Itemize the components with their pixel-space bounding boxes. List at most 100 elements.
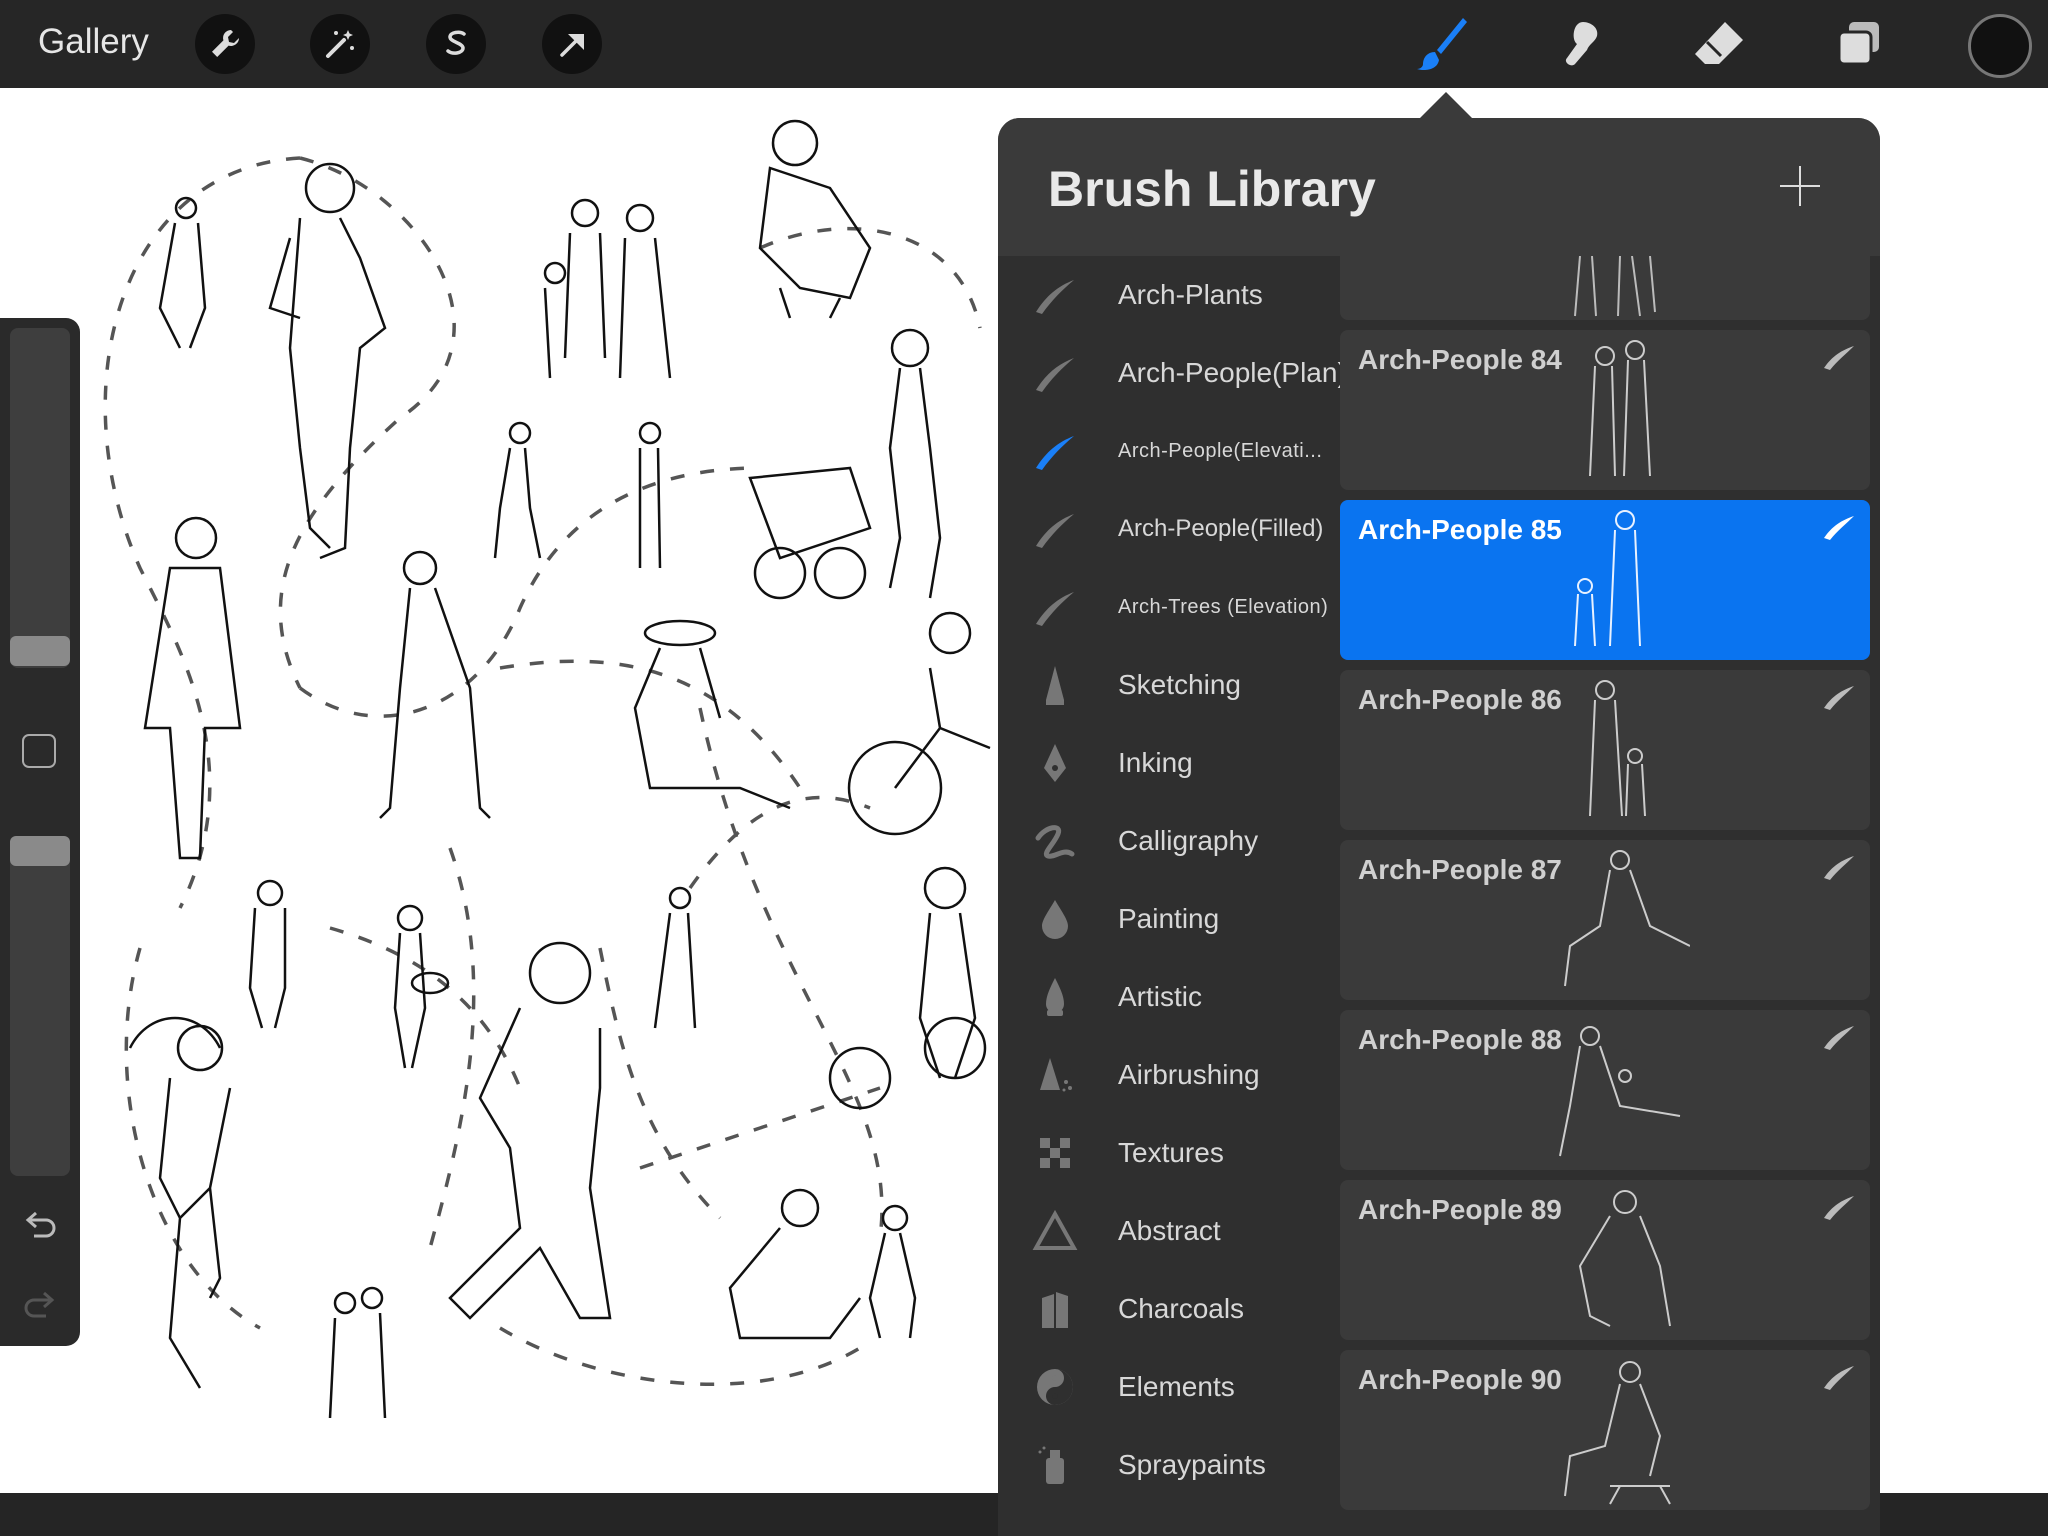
brush-preview	[1564, 1361, 1671, 1505]
brush-set-label: Arch-Trees (Elevation)	[1118, 596, 1329, 618]
adjustments-button[interactable]	[310, 14, 370, 74]
brush-card-partial[interactable]	[1340, 256, 1870, 320]
brush-set-sketching[interactable]: Sketching	[998, 646, 1338, 724]
brush-preview	[1559, 1026, 1681, 1157]
brush-tool-button[interactable]	[1408, 14, 1474, 74]
transform-button[interactable]	[542, 14, 602, 74]
brush-sets-list: Arch-Plants Arch-People(Plan) Arch-Peopl…	[998, 256, 1347, 1536]
airbrush-icon	[1040, 1058, 1072, 1092]
brush-library-title: Brush Library	[1048, 161, 1376, 217]
brush-card[interactable]: Arch-People 84	[1340, 330, 1870, 490]
brush-set-spraypaints[interactable]: Spraypaints	[998, 1426, 1338, 1504]
color-picker-button[interactable]	[1968, 14, 2032, 78]
smudge-tool-button[interactable]	[1548, 14, 1614, 74]
brush-card[interactable]: Arch-People 87	[1340, 840, 1870, 1000]
brush-size-slider[interactable]	[10, 328, 70, 668]
brush-set-arch-plants[interactable]: Arch-Plants	[998, 256, 1338, 334]
brush-card[interactable]: Arch-People 90	[1340, 1350, 1870, 1510]
pen-nib-icon	[1044, 744, 1066, 782]
left-sidebar	[0, 318, 80, 1346]
brush-name: Arch-People 85	[1358, 514, 1562, 545]
brush-preview	[1564, 850, 1690, 987]
brush-set-label: Inking	[1118, 747, 1193, 778]
brush-set-painting[interactable]: Painting	[998, 880, 1338, 958]
brush-set-arch-people-elevation[interactable]: Arch-People(Elevati...	[998, 412, 1338, 490]
brush-set-artistic[interactable]: Artistic	[998, 958, 1338, 1036]
brush-name: Arch-People 89	[1358, 1194, 1562, 1225]
brush-set-label: Airbrushing	[1118, 1059, 1260, 1090]
brush-icon	[1417, 18, 1467, 71]
brush-set-label: Sketching	[1118, 669, 1241, 700]
modify-button[interactable]	[22, 734, 56, 768]
brush-card-selected[interactable]: Arch-People 85	[1340, 500, 1870, 660]
redo-button[interactable]	[20, 1286, 60, 1326]
brush-size-thumb[interactable]	[10, 636, 70, 666]
brush-library-panel: Brush Library Arch-Plants Arch-People(Pl…	[998, 118, 1880, 1536]
panel-caret	[1420, 92, 1472, 118]
brush-set-inking[interactable]: Inking	[998, 724, 1338, 802]
brush-set-label: Arch-People(Plan)	[1118, 357, 1347, 388]
checker-icon	[1040, 1138, 1070, 1168]
calligraphy-icon	[1035, 825, 1075, 859]
layers-tool-button[interactable]	[1826, 14, 1892, 74]
magic-wand-icon	[326, 30, 354, 58]
brush-set-arch-people-filled[interactable]: Arch-People(Filled)	[998, 490, 1338, 568]
spray-can-icon	[1038, 1446, 1064, 1484]
brush-set-label: Spraypaints	[1118, 1449, 1266, 1480]
smudge-icon	[1565, 22, 1598, 66]
brush-name: Arch-People 90	[1358, 1364, 1562, 1395]
brush-set-calligraphy[interactable]: Calligraphy	[998, 802, 1338, 880]
stroke-icon	[1824, 1026, 1854, 1050]
redo-icon	[24, 1291, 55, 1318]
actions-button[interactable]	[195, 14, 255, 74]
brush-set-label: Abstract	[1118, 1215, 1221, 1246]
stroke-icon	[1824, 516, 1854, 540]
transform-arrow-icon	[560, 34, 584, 57]
yin-yang-icon	[1037, 1369, 1073, 1405]
brush-name: Arch-People 87	[1358, 854, 1562, 885]
brush-set-airbrushing[interactable]: Airbrushing	[998, 1036, 1338, 1114]
pencil-tip-icon	[1046, 666, 1064, 705]
wrench-icon	[212, 30, 239, 57]
brush-set-label: Calligraphy	[1118, 825, 1259, 856]
brush-set-arch-people-plan[interactable]: Arch-People(Plan)	[998, 334, 1347, 412]
eraser-tool-button[interactable]	[1686, 14, 1752, 74]
eraser-icon	[1695, 22, 1743, 64]
brush-name: Arch-People 86	[1358, 684, 1562, 715]
stroke-icon	[1036, 592, 1074, 626]
brush-card[interactable]: Arch-People 89	[1340, 1180, 1870, 1340]
brush-set-label: Textures	[1118, 1137, 1224, 1168]
stroke-icon	[1824, 856, 1854, 880]
stroke-icon	[1824, 1196, 1854, 1220]
undo-button[interactable]	[20, 1206, 60, 1246]
brush-card[interactable]: Arch-People 86	[1340, 670, 1870, 830]
add-brush-button[interactable]	[1778, 164, 1822, 208]
brush-set-textures[interactable]: Textures	[998, 1114, 1338, 1192]
stroke-icon	[1036, 436, 1074, 470]
charcoal-icon	[1042, 1292, 1068, 1328]
stroke-icon	[1824, 1366, 1854, 1390]
gallery-button[interactable]: Gallery	[38, 22, 149, 62]
brush-card[interactable]: Arch-People 88	[1340, 1010, 1870, 1170]
brush-set-charcoals[interactable]: Charcoals	[998, 1270, 1338, 1348]
opacity-thumb[interactable]	[10, 836, 70, 866]
brush-preview	[1589, 340, 1651, 477]
brush-set-label: Arch-People(Filled)	[1118, 515, 1324, 542]
brush-preview	[1574, 256, 1656, 317]
brush-set-label: Painting	[1118, 903, 1220, 934]
brush-set-label: Arch-Plants	[1118, 279, 1263, 310]
layers-icon	[1837, 22, 1879, 66]
selection-button[interactable]	[426, 14, 486, 74]
brush-preview	[1589, 680, 1646, 817]
brush-set-elements[interactable]: Elements	[998, 1348, 1338, 1426]
selection-icon	[446, 30, 466, 55]
brush-set-arch-trees[interactable]: Arch-Trees (Elevation)	[998, 568, 1338, 646]
triangle-icon	[1032, 1209, 1078, 1250]
undo-icon	[25, 1211, 56, 1238]
brush-preview	[1574, 510, 1641, 647]
opacity-slider[interactable]	[10, 836, 70, 1176]
brush-set-abstract[interactable]: Abstract	[998, 1192, 1338, 1270]
brush-set-label: Artistic	[1118, 981, 1202, 1012]
flame-icon	[1046, 978, 1064, 1016]
stroke-icon	[1824, 686, 1854, 710]
